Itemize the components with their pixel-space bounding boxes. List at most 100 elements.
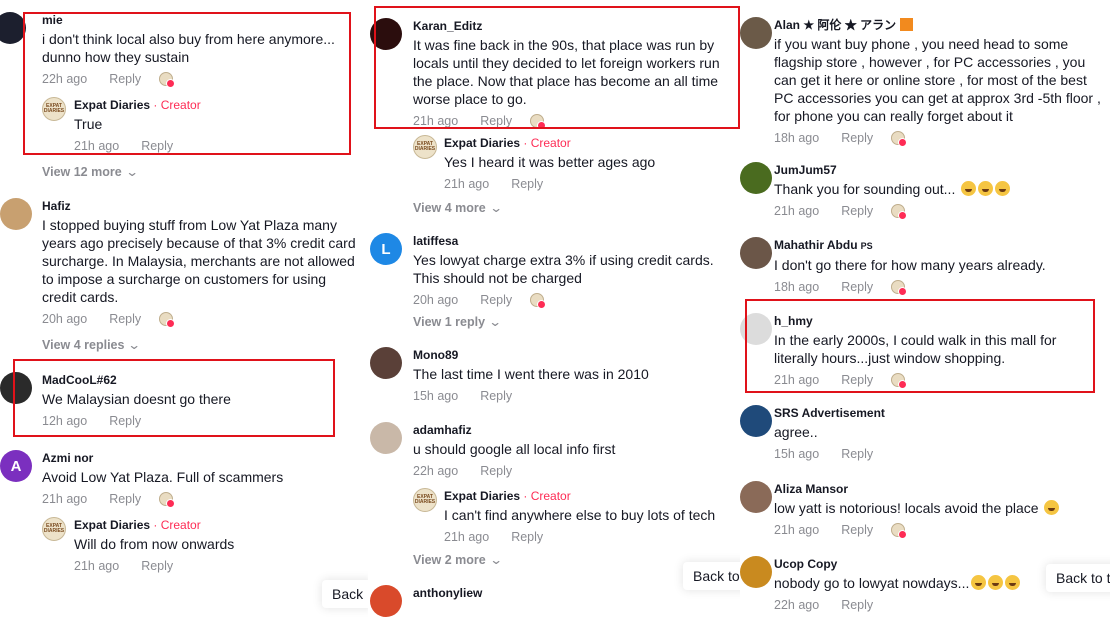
- comment-username[interactable]: Karan_Editz: [413, 18, 732, 34]
- flag-icon: [900, 18, 914, 31]
- comment-text: We Malaysian doesnt go there: [42, 391, 231, 407]
- creator-liked-icon: [530, 293, 547, 309]
- comment-text: low yatt is notorious! locals avoid the …: [774, 499, 1102, 517]
- comment-text: Will do from now onwards: [74, 536, 235, 552]
- user-badge: PS: [860, 241, 873, 251]
- creator-logo-text: EXPAT DIARIES: [43, 523, 65, 534]
- avatar[interactable]: A: [0, 450, 32, 482]
- comment-username[interactable]: Azmi nor: [42, 450, 360, 466]
- avatar[interactable]: [740, 313, 772, 345]
- comment-time: 21h ago: [774, 373, 820, 387]
- avatar[interactable]: [370, 422, 402, 454]
- comment-username[interactable]: Mahathir Abdu PS: [774, 237, 1102, 254]
- reply-button[interactable]: Reply: [511, 177, 543, 191]
- comment-username[interactable]: JumJum57: [774, 162, 1102, 178]
- avatar[interactable]: [0, 372, 32, 404]
- avatar[interactable]: [0, 198, 32, 230]
- comment-username[interactable]: adamhafiz: [413, 422, 732, 438]
- reply-button[interactable]: Reply: [511, 530, 543, 544]
- comment-username[interactable]: latiffesa: [413, 233, 732, 249]
- avatar[interactable]: [740, 17, 772, 49]
- reply-button[interactable]: Reply: [841, 447, 873, 461]
- creator-badge: · Creator: [520, 136, 571, 150]
- comment-username[interactable]: Expat Diaries · Creator: [74, 97, 360, 113]
- comment-time: 21h ago: [444, 177, 490, 191]
- avatar[interactable]: [740, 556, 772, 588]
- creator-name[interactable]: Expat Diaries: [444, 489, 520, 503]
- comment-time: 20h ago: [413, 293, 459, 307]
- avatar[interactable]: [370, 347, 402, 379]
- comment-time: 21h ago: [413, 114, 459, 128]
- creator-name[interactable]: Expat Diaries: [74, 98, 150, 112]
- creator-name[interactable]: Expat Diaries: [74, 518, 150, 532]
- comment-column-1: mie i don't think local also buy from he…: [0, 0, 368, 620]
- reply-button[interactable]: Reply: [841, 373, 873, 387]
- reply-button[interactable]: Reply: [109, 492, 141, 506]
- comment-time: 21h ago: [444, 530, 490, 544]
- reply-button[interactable]: Reply: [841, 204, 873, 218]
- avatar[interactable]: [0, 12, 26, 44]
- creator-avatar[interactable]: EXPAT DIARIES: [413, 135, 437, 159]
- avatar[interactable]: [740, 405, 772, 437]
- creator-liked-icon: [530, 114, 547, 130]
- comment-username[interactable]: MadCooL#62: [42, 372, 360, 388]
- view-more-replies[interactable]: View 2 more ⌄: [413, 552, 503, 567]
- comment-time: 22h ago: [774, 598, 820, 612]
- view-more-replies[interactable]: View 4 replies ⌄: [42, 337, 142, 352]
- reply-button[interactable]: Reply: [480, 464, 512, 478]
- avatar[interactable]: [740, 162, 772, 194]
- comment-username[interactable]: Expat Diaries · Creator: [444, 488, 732, 504]
- reply-button[interactable]: Reply: [841, 598, 873, 612]
- back-to-top-button[interactable]: Back to t: [1046, 564, 1110, 592]
- laughing-emoji-icon: [988, 575, 1004, 590]
- reply-button[interactable]: Reply: [841, 523, 873, 537]
- comment-text: if you want buy phone , you need head to…: [774, 36, 1101, 124]
- comment-username[interactable]: Expat Diaries · Creator: [444, 135, 732, 151]
- avatar[interactable]: [370, 585, 402, 617]
- reply-button[interactable]: Reply: [841, 280, 873, 294]
- laughing-emoji-icon: [995, 181, 1011, 196]
- creator-name[interactable]: Expat Diaries: [444, 136, 520, 150]
- chevron-down-icon: ⌄: [489, 553, 503, 567]
- comment-username[interactable]: Aliza Mansor: [774, 481, 1102, 497]
- comment-username[interactable]: h_hmy: [774, 313, 1102, 329]
- avatar[interactable]: L: [370, 233, 402, 265]
- view-more-replies[interactable]: View 1 reply ⌄: [413, 314, 502, 329]
- reply-button[interactable]: Reply: [480, 293, 512, 307]
- creator-liked-icon: [159, 492, 176, 508]
- avatar[interactable]: [740, 237, 772, 269]
- creator-avatar[interactable]: EXPAT DIARIES: [42, 97, 66, 121]
- comment-text: Yes lowyat charge extra 3% if using cred…: [413, 252, 714, 286]
- username-label[interactable]: Mahathir Abdu: [774, 238, 858, 252]
- laughing-emoji-icon: [1044, 500, 1060, 515]
- avatar[interactable]: [370, 18, 402, 50]
- comment-username[interactable]: Hafiz: [42, 198, 360, 214]
- reply-button[interactable]: Reply: [141, 139, 173, 153]
- comment-time: 21h ago: [74, 139, 120, 153]
- back-to-top-button[interactable]: Back: [322, 580, 368, 608]
- creator-avatar[interactable]: EXPAT DIARIES: [42, 517, 66, 541]
- reply-button[interactable]: Reply: [109, 72, 141, 86]
- back-to-top-button[interactable]: Back to: [683, 562, 740, 590]
- comment-username[interactable]: Alan ★ 阿伦 ★ アラン: [774, 17, 1102, 33]
- reply-button[interactable]: Reply: [841, 131, 873, 145]
- comment-username[interactable]: mie: [42, 12, 360, 28]
- view-more-replies[interactable]: View 4 more ⌄: [413, 200, 503, 215]
- comment-username[interactable]: Mono89: [413, 347, 732, 363]
- reply-button[interactable]: Reply: [141, 559, 173, 573]
- comment-username[interactable]: SRS Advertisement: [774, 405, 1102, 421]
- reply-button[interactable]: Reply: [109, 312, 141, 326]
- comment-text: i don't think local also buy from here a…: [42, 31, 335, 65]
- reply-button[interactable]: Reply: [480, 389, 512, 403]
- comment-text: Avoid Low Yat Plaza. Full of scammers: [42, 469, 284, 485]
- username-label[interactable]: Alan ★ 阿伦 ★ アラン: [774, 18, 896, 32]
- comment-column-3: Alan ★ 阿伦 ★ アラン if you want buy phone , …: [740, 0, 1110, 620]
- creator-logo-text: EXPAT DIARIES: [414, 141, 436, 152]
- creator-avatar[interactable]: EXPAT DIARIES: [413, 488, 437, 512]
- reply-button[interactable]: Reply: [109, 414, 141, 428]
- view-more-replies[interactable]: View 12 more ⌄: [42, 164, 139, 179]
- comment-username[interactable]: Expat Diaries · Creator: [74, 517, 360, 533]
- reply-button[interactable]: Reply: [480, 114, 512, 128]
- avatar[interactable]: [740, 481, 772, 513]
- view-more-label: View 2 more: [413, 553, 486, 567]
